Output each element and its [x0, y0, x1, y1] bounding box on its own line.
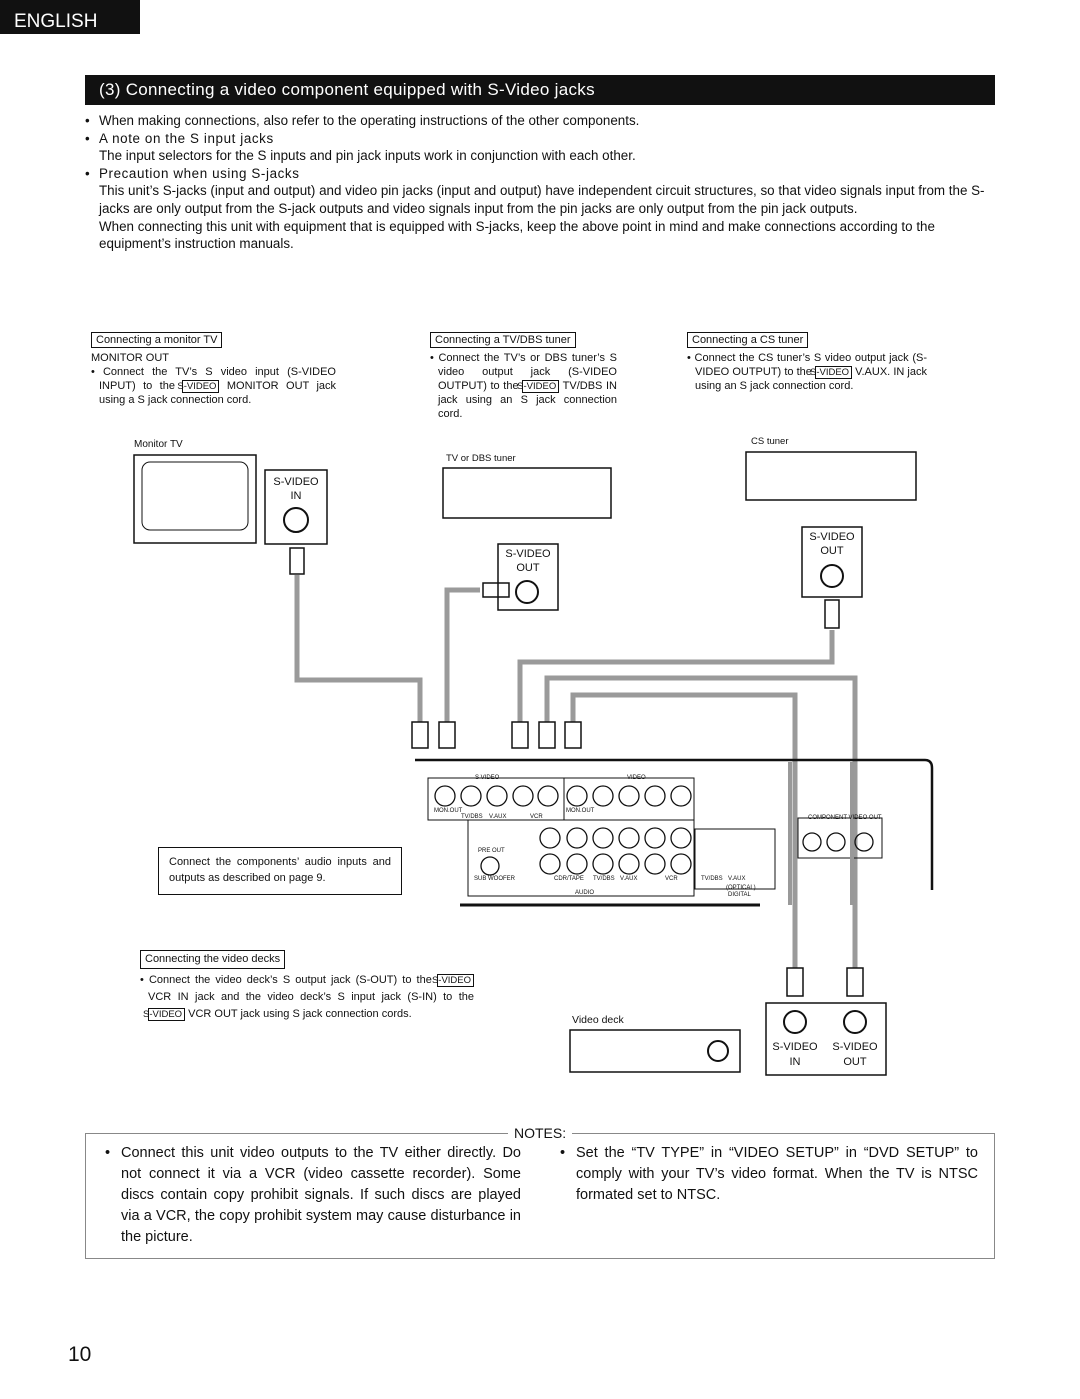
svideo-jack-icon [283, 507, 309, 533]
jack-icon [802, 832, 822, 852]
note-item: • Set the “TV TYPE” in “VIDEO SETUP” in “… [560, 1143, 978, 1206]
jack-icon [566, 827, 588, 849]
cs-tuner-label: CS tuner [751, 436, 789, 447]
video-deck-jack-box [765, 1002, 887, 1076]
panel-label: MON.OUT [566, 808, 595, 814]
jack-icon [618, 785, 640, 807]
plugs [289, 547, 864, 997]
tvdbs-tuner-icon [442, 467, 612, 519]
panel-label: VIDEO [627, 775, 646, 781]
manual-page: ENGLISH (3) Connecting a video component… [0, 0, 1080, 1399]
panel-label: V.AUX [489, 814, 506, 820]
jack-icon [486, 785, 508, 807]
jack-label: OUT [516, 562, 540, 574]
panel-label: VCR [665, 876, 678, 882]
panel-labels: S VIDEO VIDEO MON.OUT TV/DBS V.AUX VCR M… [434, 775, 882, 898]
tvdbs-tuner-label: TV or DBS tuner [446, 453, 516, 464]
jack-icon [644, 827, 666, 849]
panel-label: V.AUX [620, 876, 637, 882]
cables [294, 575, 858, 970]
jack-label: S-VIDEO [505, 548, 551, 560]
jack-icon [480, 856, 500, 876]
jack-icon [854, 832, 874, 852]
svideo-jack-icon [515, 580, 539, 604]
panel-label: TV/DBS [461, 814, 483, 820]
notes-title: NOTES: [508, 1125, 573, 1141]
svideo-jack-icon [843, 1010, 867, 1034]
panel-label: AUDIO [575, 890, 594, 896]
jack-icon [644, 785, 666, 807]
jack-label: OUT [843, 1056, 867, 1068]
jack-icon [566, 785, 588, 807]
jack-icon [670, 853, 692, 875]
cable-tvdbs [444, 587, 480, 722]
panel-label: V.AUX [728, 876, 745, 882]
page-number: 10 [68, 1343, 92, 1366]
cable-vcr-out [544, 675, 858, 970]
jack-icon [512, 785, 534, 807]
panel-label: SUB WOOFER [474, 876, 516, 882]
panel-label: S VIDEO [475, 775, 500, 781]
note-text: Connect this unit video outputs to the T… [121, 1145, 521, 1245]
jack-label: S-VIDEO [832, 1041, 878, 1053]
panel-label: TV/DBS [593, 876, 615, 882]
jack-icon [539, 827, 561, 849]
cable-vcr-in [570, 692, 798, 970]
panel-label: PRE OUT [478, 848, 505, 854]
svideo-jack-icon [783, 1010, 807, 1034]
jack-icon [618, 853, 640, 875]
panel-label: (OPTICAL) [726, 885, 756, 891]
note-item: • Connect this unit video outputs to the … [105, 1143, 521, 1248]
cs-tuner-icon [745, 451, 917, 501]
jack-icon [670, 785, 692, 807]
jack-icon [644, 853, 666, 875]
jack-label: S-VIDEO [772, 1041, 818, 1053]
jack-label: IN [291, 490, 302, 502]
jack-icon [592, 785, 614, 807]
jack-icon [826, 832, 846, 852]
jack-label: S-VIDEO [273, 476, 319, 488]
note-text: Set the “TV TYPE” in “VIDEO SETUP” in “D… [576, 1145, 978, 1203]
jack-label: S-VIDEO [809, 531, 855, 543]
panel-label: COMPONENT VIDEO OUT [808, 815, 882, 821]
panel-label: MON.OUT [434, 808, 463, 814]
jack-icon [566, 853, 588, 875]
jack-icon [618, 827, 640, 849]
cable-monitor [294, 575, 423, 722]
monitor-tv-icon [133, 454, 257, 544]
receiver-jacks [434, 785, 874, 876]
panel-label: DIGITAL [728, 892, 752, 898]
jack-icon [460, 785, 482, 807]
jack-icon [539, 853, 561, 875]
jack-icon [670, 827, 692, 849]
jack-icon [592, 853, 614, 875]
panel-label: TV/DBS [701, 876, 723, 882]
jack-label: OUT [820, 545, 844, 557]
monitor-tv-label: Monitor TV [134, 439, 183, 450]
jack-icon [592, 827, 614, 849]
jack-icon [537, 785, 559, 807]
panel-label: VCR [530, 814, 543, 820]
panel-label: CDR/TAPE [554, 876, 584, 882]
svideo-jack-icon [820, 564, 844, 588]
video-deck-icon [569, 1029, 741, 1073]
video-deck-label: Video deck [572, 1014, 625, 1026]
jack-label: IN [790, 1056, 801, 1068]
jack-icon [434, 785, 456, 807]
